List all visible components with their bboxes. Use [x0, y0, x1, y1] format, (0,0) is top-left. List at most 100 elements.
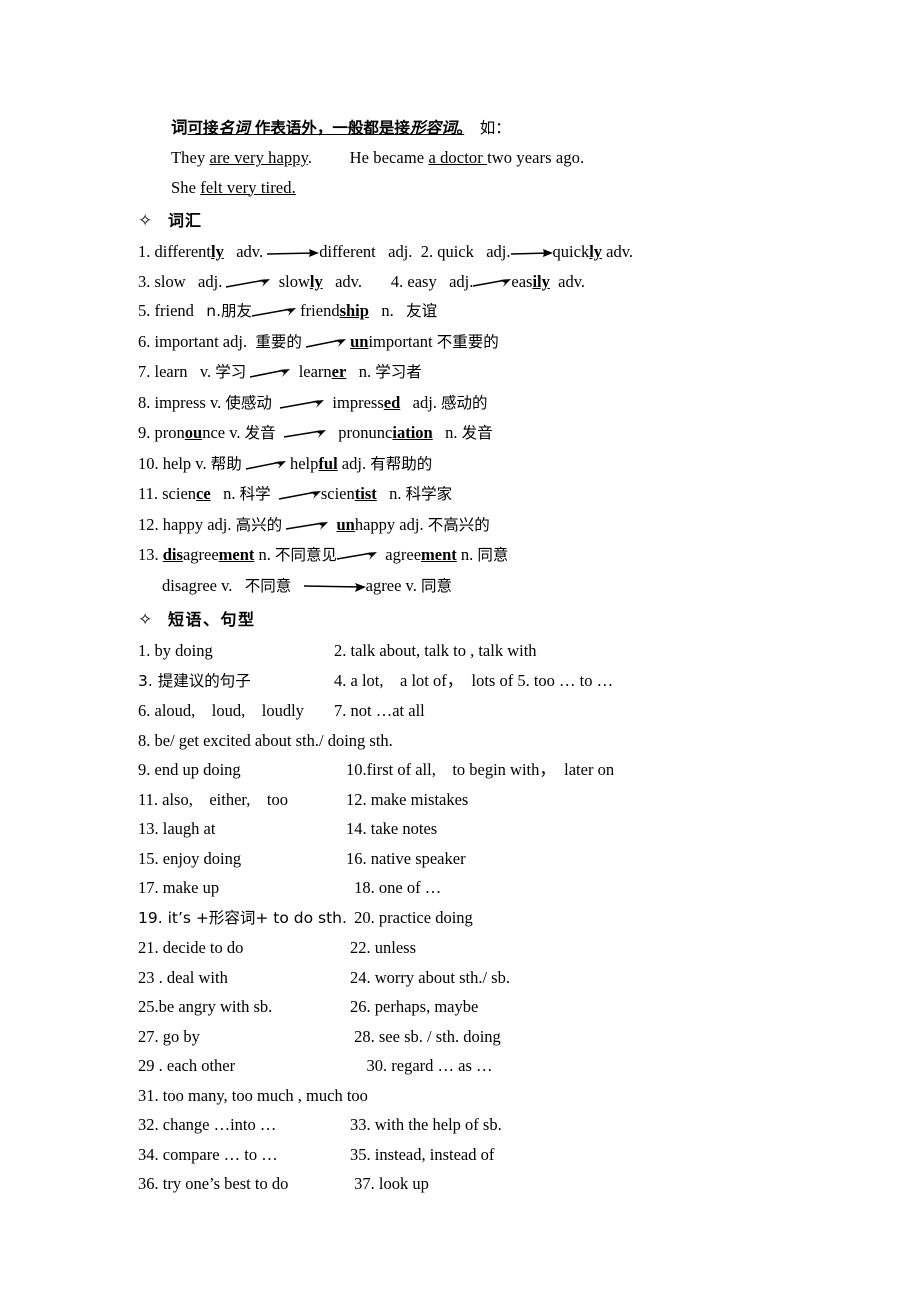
vocab-10-number: 10. — [138, 453, 159, 473]
vocab-entry-11: 11. science n. 科学 scientist n. 科学家 — [138, 484, 453, 503]
vocab-3-right-suffix: ly — [309, 271, 323, 291]
intro-underlined-a: 可接 — [187, 119, 219, 137]
vocab-11-left-pos: n. — [223, 484, 236, 503]
vocab-12-gloss-left: 高兴的 — [235, 515, 283, 534]
arrow-icon — [226, 277, 271, 289]
vocab-6-gloss-left: 重要的 — [255, 332, 302, 351]
section-header-vocabulary: ✧ 词汇 — [138, 204, 838, 237]
phrase-right: 33. with the help of sb. — [350, 1115, 502, 1134]
vocab-3-left-pos: adj. — [198, 271, 223, 291]
vocab-13-gloss-left: 不同意见 — [275, 546, 338, 564]
phrase-left: 32. change …into … — [138, 1115, 277, 1134]
vocab-7-left-pos: v. — [199, 362, 212, 381]
intro-underlined-mid: 作表语外，一般都是接 — [249, 119, 410, 137]
phrase-right: 28. see sb. / sth. doing — [350, 1026, 501, 1046]
phrase-right: 35. instead, instead of — [350, 1144, 495, 1164]
vocab-11-gloss-left: 科学 — [239, 485, 271, 503]
vocab-7-gloss: 学习者 — [375, 363, 422, 381]
vocab-5-right-pos: n. — [381, 301, 394, 320]
phrase-right: 22. unless — [350, 938, 416, 957]
vocab-11-gloss: 科学家 — [405, 485, 453, 503]
vocab-4-left-pos: adj. — [449, 271, 474, 291]
phrase-row: 15. enjoy doing 16. native speaker — [138, 844, 838, 874]
intro-rule-line: 词可接名词 作表语外，一般都是接形容词。 如： — [138, 113, 838, 143]
phrase-row: 34. compare … to … 35. instead, instead o… — [138, 1140, 838, 1170]
vocab-11-right-suffix: tist — [354, 484, 377, 503]
vocab-12-number: 12. — [138, 514, 159, 534]
vocab-2-right-suffix: ly — [589, 242, 603, 261]
example-1-underlined-2: a doctor — [428, 148, 488, 167]
phrase-left: 27. go by — [138, 1026, 200, 1046]
document-page: 词可接名词 作表语外，一般都是接形容词。 如： They are very ha… — [0, 0, 920, 1302]
phrase-left: 34. compare … to … — [138, 1144, 278, 1164]
vocab-13-left-suffix: ment — [218, 545, 255, 564]
vocab-2-left-pos: adj. — [486, 242, 511, 261]
vocab-12-left: happy adj. — [162, 514, 232, 534]
example-1-suffix-2: two years ago. — [487, 148, 585, 167]
vocab-entry-13b: disagree v. 不同意 agree v. 同意 — [138, 571, 838, 602]
phrase-right: 24. worry about sth./ sb. — [350, 967, 510, 987]
phrase-left: 21. decide to do — [138, 938, 244, 957]
phrase-left: 8. be/ get excited about sth./ doing sth… — [138, 730, 393, 750]
phrase-row: 23 . deal with 24. worry about sth./ sb. — [138, 963, 838, 993]
arrow-icon — [250, 367, 291, 379]
arrow-icon — [473, 277, 512, 289]
vocab-2-left: quick — [437, 242, 474, 261]
vocab-1-number: 1. — [138, 242, 151, 261]
vocab-13b-gloss: 同意 — [420, 576, 452, 595]
diamond-bullet-icon: ✧ — [138, 211, 153, 230]
vocab-1-right: different — [319, 242, 376, 261]
vocab-6-left: important adj. — [154, 331, 248, 351]
phrase-row: 27. go by 28. see sb. / sth. doing — [138, 1022, 838, 1052]
vocab-7-number: 7. — [138, 362, 151, 381]
vocab-8-gloss: 感动的 — [441, 393, 488, 412]
vocab-9-right-suffix: iation — [392, 423, 433, 442]
vocab-7-right-pos: n. — [358, 362, 372, 381]
arrow-icon — [305, 337, 346, 349]
vocab-10-right-pos: adj. — [341, 453, 367, 473]
vocab-entry-1: 1. differently adv. different adj. 2. qu… — [138, 242, 634, 261]
vocab-1-left-suffix: ly — [211, 242, 224, 261]
arrow-icon — [283, 428, 326, 440]
vocab-13-gloss: 同意 — [477, 546, 509, 564]
vocab-5-left-pos: n.朋友 — [206, 302, 253, 320]
vocab-12-right-prefix: un — [336, 514, 355, 534]
phrase-right: 2. talk about, talk to , talk with — [334, 641, 537, 660]
phrase-right: 7. not …at all — [334, 701, 425, 720]
vocab-1-left-pos: adv. — [236, 242, 264, 261]
example-sentence-2: She felt very tired. — [138, 173, 838, 203]
vocab-3-left: slow — [154, 271, 186, 291]
vocab-10-gloss-left: 帮助 — [210, 454, 242, 473]
vocab-entry-9: 9. pronounce v. 发音 pronunciation n. 发音 — [138, 423, 493, 442]
vocab-12-gloss: 不高兴的 — [427, 515, 490, 534]
vocab-13b-left: disagree v. — [162, 575, 233, 595]
vocab-9-gloss-left: 发音 — [244, 424, 276, 442]
phrase-left: 15. enjoy doing — [138, 848, 242, 868]
phrase-row: 13. laugh at 14. take notes — [138, 814, 838, 844]
section-title-vocabulary: 词汇 — [168, 211, 203, 230]
diamond-bullet-icon: ✧ — [138, 610, 153, 629]
phrase-left: 9. end up doing — [138, 760, 241, 779]
example-2-prefix: She — [171, 177, 201, 197]
phrase-left: 23 . deal with — [138, 967, 228, 987]
phrase-right: 37. look up — [350, 1174, 429, 1193]
vocab-8-right-suffix: ed — [383, 392, 401, 412]
vocab-4-right-suffix: ily — [532, 271, 550, 291]
phrase-row: 1. by doing 2. talk about, talk to , talk… — [138, 636, 838, 666]
vocab-6-number: 6. — [138, 331, 151, 351]
vocab-6-gloss: 不重要的 — [436, 332, 499, 351]
phrase-right: 16. native speaker — [346, 848, 466, 868]
vocab-7-left: learn — [154, 362, 188, 381]
phrase-right: 20. practice doing — [350, 907, 473, 927]
vocab-10-gloss: 有帮助的 — [370, 454, 433, 473]
intro-suffix: 如： — [464, 119, 511, 137]
arrow-icon — [245, 459, 286, 471]
arrow-icon — [510, 247, 553, 259]
intro-emph-noun: 名词 — [218, 119, 250, 137]
phrase-right: 18. one of … — [350, 878, 442, 897]
phrase-row: 25.be angry with sb. 26. perhaps, maybe — [138, 992, 838, 1022]
arrow-icon — [280, 398, 325, 410]
phrase-left: 25.be angry with sb. — [138, 997, 273, 1016]
vocab-13b-gloss-left: 不同意 — [244, 576, 292, 595]
vocab-5-number: 5. — [138, 301, 151, 320]
